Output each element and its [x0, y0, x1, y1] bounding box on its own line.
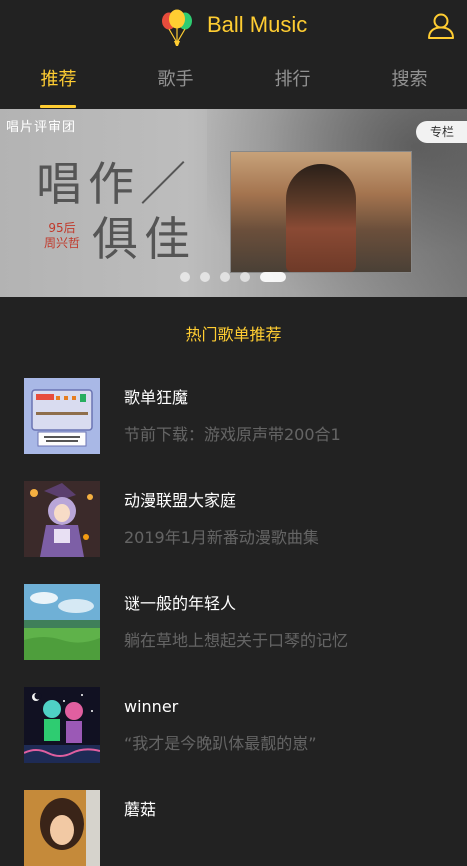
playlist-description: 2019年1月新番动漫歌曲集	[124, 528, 319, 547]
playlist-title: 蘑菇	[124, 800, 157, 819]
playlist-cover	[24, 481, 100, 557]
slide-dot-active[interactable]	[260, 272, 286, 282]
tab-rankings[interactable]: 排行	[234, 68, 351, 92]
list-item[interactable]: 歌单狂魔 节前下载：游戏原声带200合1	[24, 378, 454, 454]
banner-subtitle: 95后 周兴哲	[37, 221, 87, 251]
tab-search[interactable]: 搜索	[351, 68, 467, 92]
banner-slider[interactable]: 唱片评审团 唱作／ 95后 周兴哲 俱佳 专栏	[0, 109, 467, 297]
tab-label: 排行	[274, 69, 311, 90]
list-item[interactable]: 谜一般的年轻人 躺在草地上想起关于口琴的记忆	[24, 584, 454, 660]
banner-photo	[230, 151, 412, 273]
playlist-description: 躺在草地上想起关于口琴的记忆	[124, 631, 349, 650]
playlist-title: winner	[124, 697, 179, 716]
tab-active-indicator	[40, 105, 76, 108]
banner-subtitle-line: 周兴哲	[43, 236, 80, 250]
playlist-description: 节前下载：游戏原声带200合1	[124, 425, 341, 444]
slide-dot[interactable]	[200, 272, 210, 282]
slide-indicators	[180, 272, 290, 282]
balloons-icon	[162, 9, 192, 46]
app-header: Ball Music	[0, 0, 467, 52]
banner-brand: 唱片评审团	[6, 120, 77, 135]
slide-dot[interactable]	[180, 272, 190, 282]
slide-dot[interactable]	[240, 272, 250, 282]
list-item[interactable]: 动漫联盟大家庭 2019年1月新番动漫歌曲集	[24, 481, 454, 557]
artist-photo	[286, 164, 356, 272]
banner-headline-line2: 俱佳	[92, 212, 196, 266]
banner-headline: 唱作／	[36, 157, 192, 211]
playlist-title: 歌单狂魔	[124, 388, 189, 407]
tab-label: 搜索	[391, 69, 428, 90]
user-icon[interactable]	[427, 12, 455, 40]
list-item[interactable]: winner “我才是今晚趴体最靓的崽”	[24, 687, 454, 763]
tab-label: 推荐	[40, 69, 77, 90]
playlist-cover	[24, 584, 100, 660]
playlist-cover	[24, 790, 100, 866]
banner-subtitle-line: 95后	[48, 221, 76, 235]
playlist-description: “我才是今晚趴体最靓的崽”	[124, 734, 317, 753]
app-title: Ball Music	[207, 12, 308, 37]
tab-recommend[interactable]: 推荐	[0, 68, 117, 108]
playlist-title: 动漫联盟大家庭	[124, 491, 237, 510]
list-item[interactable]: 蘑菇	[24, 790, 454, 866]
playlist-title: 谜一般的年轻人	[124, 594, 237, 613]
playlist-cover	[24, 687, 100, 763]
slide-dot[interactable]	[220, 272, 230, 282]
playlist-cover	[24, 378, 100, 454]
column-badge: 专栏	[416, 121, 467, 143]
tab-bar: 推荐 歌手 排行 搜索	[0, 58, 467, 108]
section-title: 热门歌单推荐	[185, 325, 282, 344]
tab-singers[interactable]: 歌手	[117, 68, 234, 92]
tab-label: 歌手	[157, 69, 194, 90]
